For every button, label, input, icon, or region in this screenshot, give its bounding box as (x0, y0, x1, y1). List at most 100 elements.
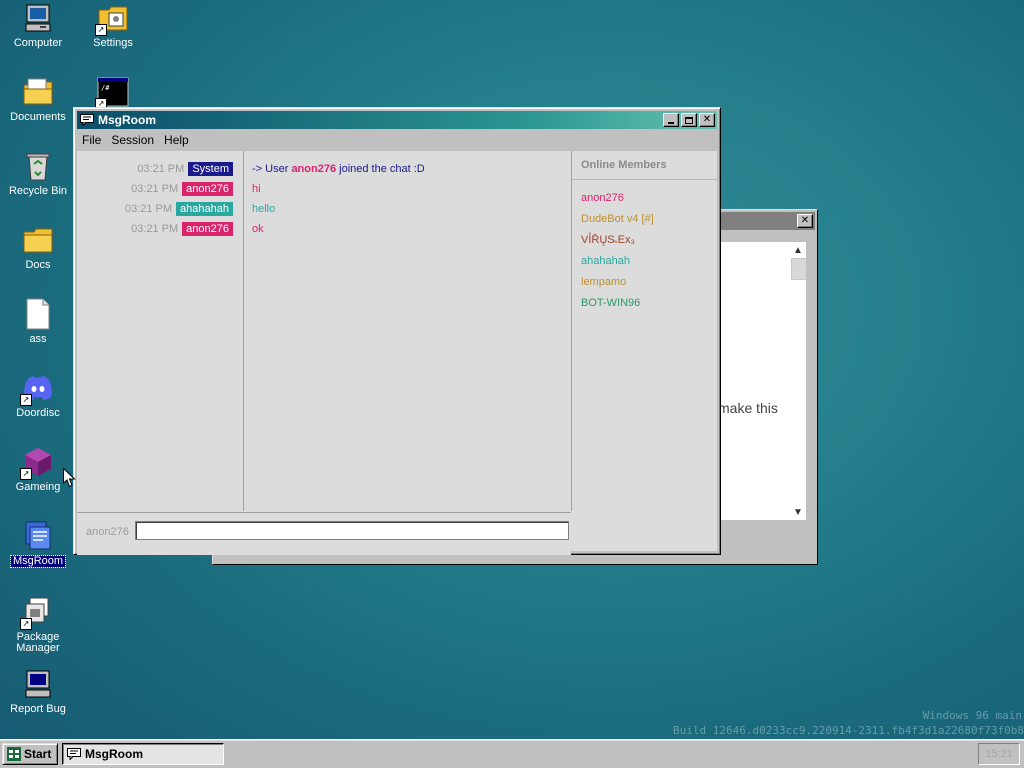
shortcut-arrow-icon: ↗ (20, 468, 32, 480)
input-area: anon276 (77, 512, 571, 555)
desktop-icon-computer[interactable]: Computer (2, 2, 74, 49)
start-label: Start (24, 747, 52, 761)
message-nick-badge[interactable]: ahahahah (176, 202, 233, 216)
message-nick-badge[interactable]: anon276 (182, 222, 233, 236)
maximize-icon (685, 116, 693, 124)
member-item[interactable]: anon276 (572, 188, 717, 209)
shortcut-arrow-icon: ↗ (20, 394, 32, 406)
chat-bubble-icon (67, 748, 81, 761)
build-watermark-build: Build 12646.d0233cc9.220914-2311.fb4f3d1… (673, 724, 1024, 737)
taskbar-button-msgroom[interactable]: MsgRoom (62, 743, 224, 765)
desktop-icon-label: Report Bug (10, 703, 66, 715)
menu-session[interactable]: Session (106, 133, 159, 147)
game-cube-icon: ↗ (20, 446, 54, 480)
menubar: File Session Help (77, 131, 717, 149)
desktop-icon-msgroom[interactable]: MsgRoom (2, 520, 74, 568)
message-text: hi (252, 183, 261, 195)
settings-folder-icon: ↗ (95, 2, 129, 36)
message-input[interactable] (135, 521, 569, 540)
message-meta-row: 03:21 PM anon276 (131, 181, 233, 197)
message-text-suffix: joined the chat :D (336, 163, 425, 175)
scroll-down-icon[interactable]: ▼ (790, 504, 806, 520)
folder-icon (22, 224, 54, 256)
system-clock[interactable]: 15:21 (978, 743, 1020, 765)
desktop-icon-label: Docs (25, 259, 51, 271)
message-text-user: anon276 (291, 163, 337, 175)
msgroom-titlebar[interactable]: MsgRoom ✕ (77, 111, 717, 129)
build-watermark-title: Windows 96 main (922, 709, 1022, 722)
terminal-icon: /# ↗ (95, 76, 129, 110)
member-item[interactable]: ahahahah (572, 251, 717, 272)
member-item[interactable]: lempamo (572, 272, 717, 293)
taskbar-button-label: MsgRoom (85, 747, 143, 761)
computer-icon (22, 2, 54, 34)
desktop-icon-label: Settings (93, 37, 133, 49)
desktop-icon-label: ass (29, 333, 47, 345)
shortcut-arrow-icon: ↗ (95, 24, 107, 36)
desktop-icon-label: Recycle Bin (8, 185, 68, 197)
desktop-icon-label: Documents (10, 111, 66, 123)
online-members-panel: Online Members anon276 DudeBot v4 [#] VI̊R… (572, 151, 717, 551)
desktop-icon-report-bug[interactable]: Report Bug (2, 668, 74, 715)
maximize-button[interactable] (681, 113, 697, 127)
start-button[interactable]: Start (2, 743, 58, 765)
minimize-icon (668, 121, 674, 124)
message-meta-row: 03:21 PM ahahahah (125, 201, 233, 217)
member-item[interactable]: VI̊R̄ŲS̵.Ex₃ (572, 230, 717, 251)
message-nick-badge[interactable]: anon276 (182, 182, 233, 196)
folder-icon (22, 76, 54, 108)
menu-help[interactable]: Help (159, 133, 194, 147)
shortcut-arrow-icon: ↗ (20, 618, 32, 630)
desktop-icon-recycle-bin[interactable]: Recycle Bin (2, 150, 74, 197)
desktop-icon-label: Gameing (15, 481, 61, 493)
desktop-icon-settings[interactable]: ↗ Settings (77, 2, 149, 49)
desktop-icon-doordisc[interactable]: ↗ Doordisc (2, 372, 74, 419)
message-nick-badge[interactable]: System (188, 162, 233, 176)
message-meta-row: 03:21 PM System (137, 161, 233, 177)
minimize-button[interactable] (663, 113, 679, 127)
background-window-text: make this (718, 400, 778, 416)
recycle-bin-icon (22, 150, 54, 182)
chat-bubble-icon (80, 114, 94, 127)
chat-body: 03:21 PM System 03:21 PM anon276 03:21 PM aha… (77, 151, 717, 555)
desktop-icon-label: Package Manager (16, 631, 60, 654)
msgroom-icon (22, 520, 54, 552)
report-bug-computer-icon (22, 668, 54, 700)
desktop-icon-label: Computer (13, 37, 63, 49)
scroll-up-icon[interactable]: ▲ (790, 242, 806, 258)
desktop-icon-documents[interactable]: Documents (2, 76, 74, 123)
close-button[interactable]: ✕ (699, 113, 715, 127)
message-meta-column: 03:21 PM System 03:21 PM anon276 03:21 PM aha… (77, 151, 244, 511)
message-meta-row: 03:21 PM anon276 (131, 221, 233, 237)
desktop-icon-ass[interactable]: ass (2, 298, 74, 345)
discord-icon: ↗ (20, 372, 54, 406)
desktop-icon-docs[interactable]: Docs (2, 224, 74, 271)
close-icon: ✕ (702, 114, 712, 125)
desktop-icon-label: Doordisc (16, 407, 60, 419)
scroll-thumb[interactable] (791, 258, 806, 280)
svg-text:/#: /# (101, 84, 110, 92)
start-logo-icon (7, 747, 21, 761)
member-list: anon276 DudeBot v4 [#] VI̊R̄ŲS̵.Ex₃ ahahaha… (572, 180, 717, 314)
message-list[interactable]: -> User anon276 joined the chat :D hi hell… (244, 151, 572, 511)
message-time: 03:21 PM (131, 223, 179, 235)
message-text: hello (252, 203, 276, 215)
message-text: ok (252, 223, 264, 235)
vertical-scrollbar[interactable]: ▲ ▼ (790, 242, 806, 520)
member-item[interactable]: BOT-WIN96 (572, 293, 717, 314)
menu-file[interactable]: File (77, 133, 106, 147)
members-header: Online Members (572, 151, 717, 180)
message-time: 03:21 PM (124, 203, 173, 215)
message-time: 03:21 PM (131, 183, 179, 195)
background-window-content: make this ▲ ▼ (718, 242, 806, 520)
message-text: -> User anon276 joined the chat :D (252, 161, 425, 177)
member-item[interactable]: DudeBot v4 [#] (572, 209, 717, 230)
desktop-icon-label: MsgRoom (9, 555, 67, 568)
window-title: MsgRoom (98, 113, 156, 127)
close-button[interactable]: ✕ (797, 214, 813, 228)
taskbar: Start MsgRoom 15:21 (0, 739, 1024, 768)
msgroom-window[interactable]: MsgRoom ✕ File Session Help 03:21 PM Syst… (73, 107, 721, 555)
close-icon: ✕ (800, 215, 810, 226)
message-time: 03:21 PM (137, 163, 185, 175)
desktop-icon-package-manager[interactable]: ↗ Package Manager (2, 596, 74, 654)
